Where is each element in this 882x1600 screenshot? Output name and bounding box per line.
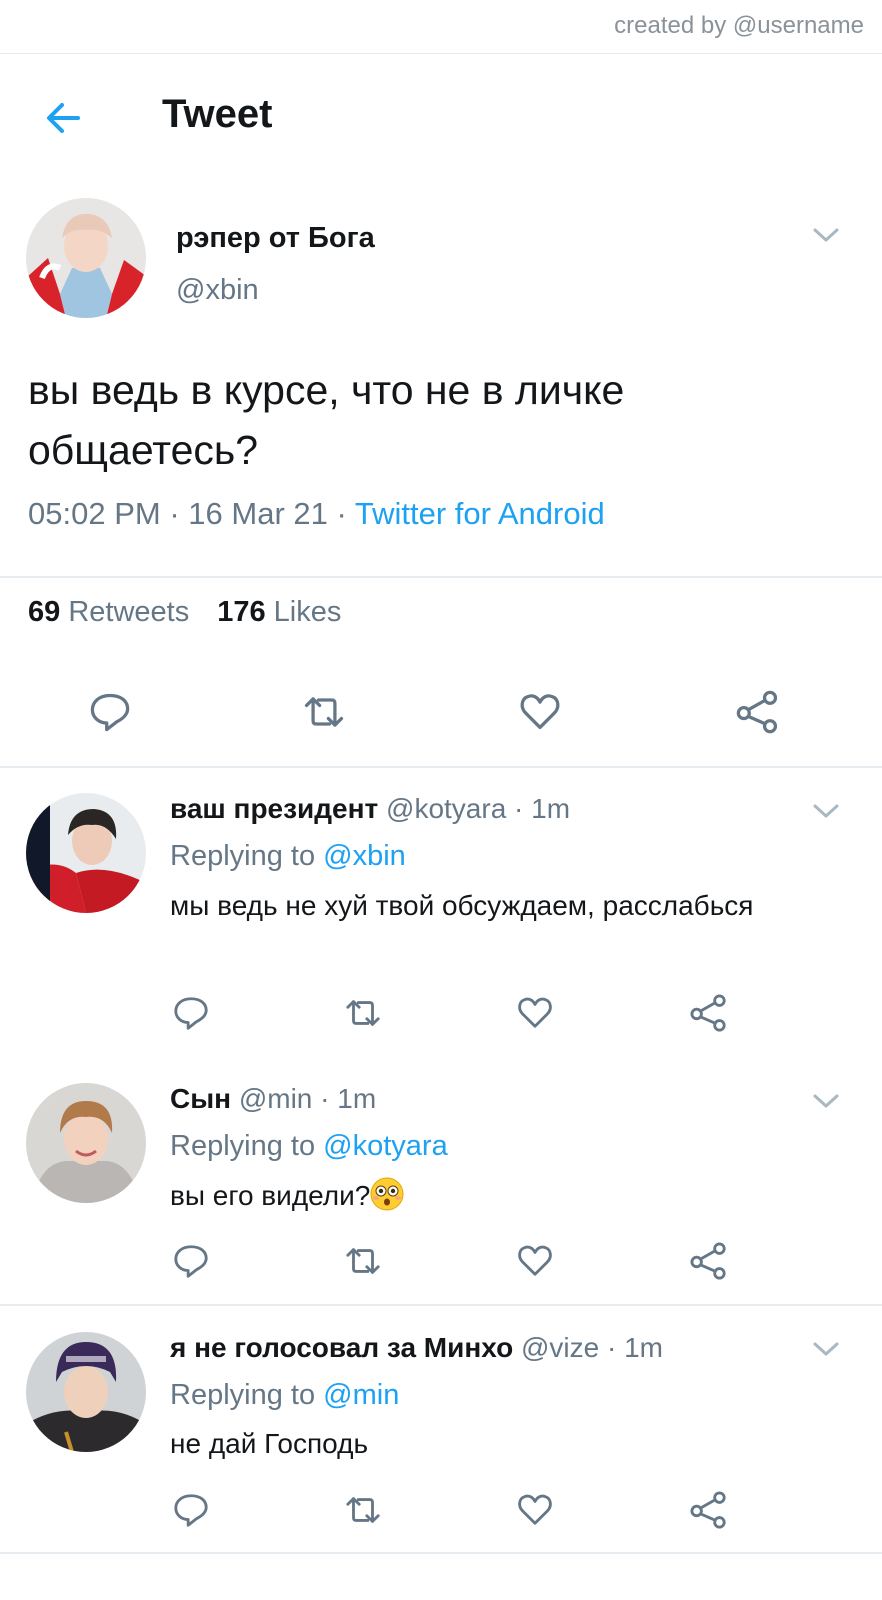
reply-time: 1m xyxy=(624,1332,664,1363)
reply-author-handle[interactable]: @kotyara xyxy=(386,793,506,824)
retweet-icon[interactable] xyxy=(342,994,384,1032)
header: Tweet xyxy=(0,88,882,148)
like-icon[interactable] xyxy=(516,1491,554,1529)
meta-separator: · xyxy=(336,496,347,531)
chevron-down-icon[interactable] xyxy=(812,1092,840,1110)
share-icon[interactable] xyxy=(688,1242,730,1280)
replying-to: Replying to @xbin xyxy=(170,840,406,873)
reply-text: не дай Господь xyxy=(170,1428,369,1459)
tweet-date: 16 Mar 21 xyxy=(188,496,328,531)
retweets-count: 69 xyxy=(28,596,61,628)
replying-label: Replying to xyxy=(170,1130,316,1162)
divider xyxy=(0,1304,882,1306)
reply-icon[interactable] xyxy=(172,1491,210,1529)
tweet-time: 05:02 PM xyxy=(28,496,161,531)
tweet-text: вы ведь в курсе, что не в личке общаетес… xyxy=(28,367,625,473)
likes-count: 176 xyxy=(217,596,266,628)
reply-time: 1m xyxy=(531,793,571,824)
reply-author-name[interactable]: Сын xyxy=(170,1083,231,1114)
reply-header: ваш президент @kotyara · 1m xyxy=(170,793,570,825)
like-icon[interactable] xyxy=(516,994,554,1032)
avatar[interactable] xyxy=(26,1083,146,1203)
share-icon[interactable] xyxy=(688,1491,730,1529)
reply-author-name[interactable]: ваш президент xyxy=(170,793,378,824)
avatar[interactable] xyxy=(26,198,146,318)
author-name[interactable]: рэпер от Бога xyxy=(176,222,375,255)
replying-to: Replying to @min xyxy=(170,1379,399,1412)
chevron-down-icon[interactable] xyxy=(812,1340,840,1358)
top-divider xyxy=(0,53,882,54)
retweet-icon[interactable] xyxy=(300,690,348,734)
retweets-label: Retweets xyxy=(68,596,190,628)
reply-author-handle[interactable]: @min xyxy=(239,1083,313,1114)
watermark: created by @username xyxy=(614,12,864,39)
chevron-down-icon[interactable] xyxy=(812,226,840,244)
replying-label: Replying to xyxy=(170,1379,316,1411)
divider xyxy=(0,1552,882,1554)
reply-text: вы его видели? xyxy=(170,1180,371,1211)
reply-header: я не голосовал за Минхо @vize · 1m xyxy=(170,1332,663,1364)
divider xyxy=(0,766,882,768)
reply-text: мы ведь не хуй твой обсуждаем, расслабьс… xyxy=(170,890,754,921)
share-icon[interactable] xyxy=(688,994,730,1032)
meta-separator: · xyxy=(320,1083,330,1114)
replying-label: Replying to xyxy=(170,840,316,872)
mention-link[interactable]: @min xyxy=(323,1379,399,1411)
reply-time: 1m xyxy=(337,1083,377,1114)
like-icon[interactable] xyxy=(516,1242,554,1280)
share-icon[interactable] xyxy=(734,690,782,734)
reply-author-name[interactable]: я не голосовал за Минхо xyxy=(170,1332,513,1363)
avatar[interactable] xyxy=(26,793,146,913)
like-icon[interactable] xyxy=(518,690,562,734)
retweets-stat[interactable]: 69 Retweets xyxy=(28,596,189,628)
chevron-down-icon[interactable] xyxy=(812,802,840,820)
meta-separator: · xyxy=(514,793,524,824)
divider xyxy=(0,576,882,578)
tweet-stats: 69 Retweets 176 Likes xyxy=(28,596,341,629)
retweet-icon[interactable] xyxy=(342,1491,384,1529)
avatar[interactable] xyxy=(26,1332,146,1452)
reply-actions xyxy=(0,1491,882,1541)
likes-stat[interactable]: 176 Likes xyxy=(217,596,341,628)
flushed-face-emoji-icon xyxy=(370,1177,404,1211)
reply-author-handle[interactable]: @vize xyxy=(521,1332,599,1363)
meta-separator: · xyxy=(169,496,180,531)
reply-icon[interactable] xyxy=(172,1242,210,1280)
tweet-source-link[interactable]: Twitter for Android xyxy=(355,496,605,531)
meta-separator: · xyxy=(607,1332,617,1363)
arrow-left-icon[interactable] xyxy=(42,96,86,140)
reply-icon[interactable] xyxy=(172,994,210,1032)
reply-icon[interactable] xyxy=(88,690,132,734)
reply-header: Сын @min · 1m xyxy=(170,1083,376,1115)
tweet-actions xyxy=(0,690,882,740)
reply-actions xyxy=(0,994,882,1044)
likes-label: Likes xyxy=(273,596,342,628)
tweet-meta: 05:02 PM · 16 Mar 21 · Twitter for Andro… xyxy=(28,496,605,532)
retweet-icon[interactable] xyxy=(342,1242,384,1280)
mention-link[interactable]: @kotyara xyxy=(323,1130,448,1162)
mention-link[interactable]: @xbin xyxy=(323,840,406,872)
replying-to: Replying to @kotyara xyxy=(170,1130,448,1163)
reply-actions xyxy=(0,1242,882,1292)
reply-text-container: вы его видели? xyxy=(170,1176,790,1216)
author-handle[interactable]: @xbin xyxy=(176,274,259,307)
page-title: Tweet xyxy=(162,92,273,136)
